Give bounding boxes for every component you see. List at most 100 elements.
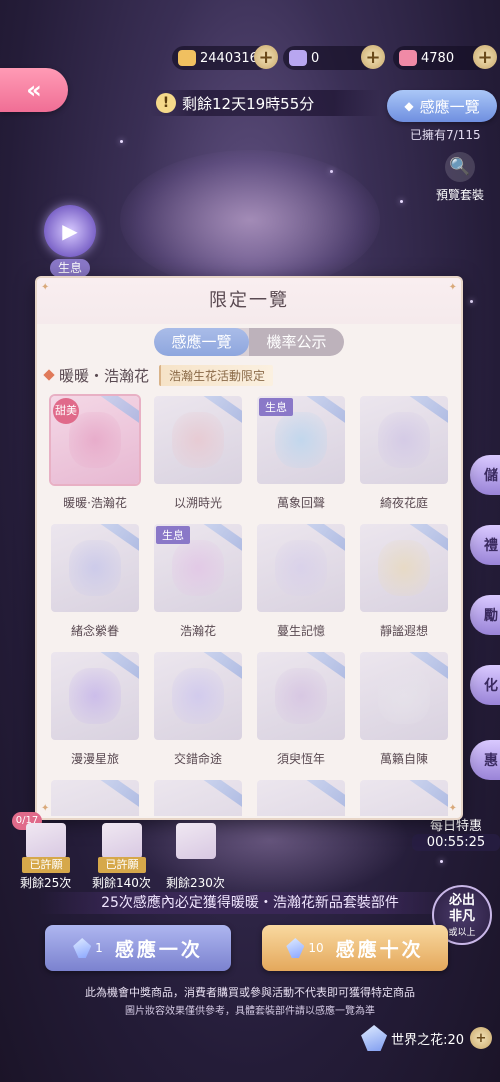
- back-button[interactable]: «: [0, 68, 68, 112]
- life-tag: 生息: [50, 259, 90, 277]
- item-name: 靜謐遐想: [379, 624, 428, 638]
- add-gold-button[interactable]: +: [254, 45, 278, 69]
- reward-remaining: 剩餘230次: [166, 876, 225, 890]
- daily-timer: 00:55:25: [412, 834, 500, 851]
- pull-ten-button[interactable]: 10 感應十次: [262, 925, 448, 971]
- item-thumbnail: [257, 524, 345, 612]
- search-icon: 🔍: [445, 152, 475, 182]
- item-card[interactable]: 甜美暖暖·浩瀚花: [51, 396, 139, 524]
- item-name: 蔓生記憶: [276, 624, 325, 638]
- item-thumbnail: 甜美: [51, 396, 139, 484]
- item-thumbnail: [360, 652, 448, 740]
- item-card[interactable]: [51, 780, 139, 816]
- gem-currency: 4780 +: [393, 45, 497, 70]
- item-name: 以溯時光: [173, 496, 222, 510]
- item-card[interactable]: 綺夜花庭: [360, 396, 448, 524]
- wish-status: 已許願: [98, 857, 146, 873]
- item-card[interactable]: 須臾恆年: [257, 652, 345, 780]
- side-icon-gift[interactable]: 禮: [470, 525, 500, 565]
- item-card[interactable]: 生息 萬象回聲: [257, 396, 345, 524]
- item-badge: 甜美: [53, 398, 79, 424]
- side-icon-deal[interactable]: 惠: [470, 740, 500, 780]
- add-gem-button[interactable]: +: [473, 45, 497, 69]
- corner-ornament: ✦: [41, 282, 50, 293]
- item-badge: 生息: [156, 526, 190, 544]
- reward-item[interactable]: [26, 823, 66, 859]
- item-thumbnail: [360, 780, 448, 816]
- reward-item[interactable]: [176, 823, 216, 859]
- item-badge: 生息: [259, 398, 293, 416]
- item-thumbnail: [154, 396, 242, 484]
- item-card[interactable]: 漫漫星旅: [51, 652, 139, 780]
- tab-probability[interactable]: 機率公示: [249, 328, 344, 356]
- gold-currency: 24403167 +: [172, 45, 278, 70]
- pull-once-button[interactable]: 1 感應一次: [45, 925, 231, 971]
- tab-gacha-list[interactable]: 感應一覽: [154, 328, 249, 356]
- item-thumbnail: 生息: [154, 524, 242, 612]
- cat-coin-icon: [178, 50, 196, 66]
- limited-list-modal: ✦ ✦ ✦ ✦ 限定一覽 感應一覽 機率公示 暖暖・浩瀚花 浩瀚生花活動限定 甜…: [37, 278, 461, 818]
- item-name: 萬籟自陳: [379, 752, 428, 766]
- corner-ribbon: [408, 780, 448, 812]
- exclamation-icon: !: [156, 93, 176, 113]
- item-card[interactable]: 緒念縈眷: [51, 524, 139, 652]
- side-icon-reward[interactable]: 勵: [470, 595, 500, 635]
- item-card[interactable]: 靜謐遐想: [360, 524, 448, 652]
- reward-item[interactable]: [102, 823, 142, 859]
- item-card[interactable]: 以溯時光: [154, 396, 242, 524]
- item-thumbnail: [51, 524, 139, 612]
- side-icon-storage[interactable]: 儲: [470, 455, 500, 495]
- item-thumbnail: [257, 652, 345, 740]
- item-card[interactable]: [360, 780, 448, 816]
- item-artwork: [378, 412, 430, 468]
- guarantee-text: 25次感應內必定獲得暖暖・浩瀚花新品套裝部件: [40, 892, 460, 914]
- item-card[interactable]: 交錯命途: [154, 652, 242, 780]
- item-card[interactable]: 萬籟自陳: [360, 652, 448, 780]
- modal-title: 限定一覽: [37, 278, 461, 324]
- wish-status: 已許願: [22, 857, 70, 873]
- item-artwork: [69, 668, 121, 724]
- item-thumbnail: [360, 396, 448, 484]
- play-button[interactable]: ▶: [44, 205, 96, 257]
- item-card[interactable]: [154, 780, 242, 816]
- item-artwork: [172, 412, 224, 468]
- corner-ornament: ✦: [448, 282, 457, 293]
- add-world-flower-button[interactable]: +: [470, 1027, 492, 1049]
- preview-outfit-button[interactable]: 🔍 預覽套裝: [432, 152, 488, 203]
- item-artwork: [275, 668, 327, 724]
- item-artwork: [69, 540, 121, 596]
- item-thumbnail: [51, 652, 139, 740]
- reward-remaining: 剩餘25次: [20, 876, 72, 890]
- item-artwork: [378, 668, 430, 724]
- world-flower-icon: [361, 1025, 388, 1051]
- side-icon-transform[interactable]: 化: [470, 665, 500, 705]
- item-artwork: [275, 412, 327, 468]
- item-card[interactable]: [257, 780, 345, 816]
- diamond-currency: 0 +: [283, 45, 385, 70]
- item-name: 暖暖·浩瀚花: [63, 496, 127, 510]
- item-artwork: [378, 540, 430, 596]
- item-name: 須臾恆年: [276, 752, 325, 766]
- owned-count: 已擁有7/115: [410, 128, 481, 142]
- corner-ornament: ✦: [448, 803, 457, 814]
- item-artwork: [172, 540, 224, 596]
- daily-deal[interactable]: 每日特惠 00:55:25: [412, 815, 500, 851]
- gacha-list-button[interactable]: ◆ 感應一覽: [387, 90, 497, 122]
- corner-ribbon: [202, 780, 242, 812]
- diamond-bullet-icon: [43, 369, 55, 381]
- world-flower-currency: 世界之花:20 +: [361, 1025, 492, 1051]
- set-name: 暖暖・浩瀚花: [59, 366, 150, 385]
- item-artwork: [69, 412, 121, 468]
- add-diamond-button[interactable]: +: [361, 45, 385, 69]
- item-name: 綺夜花庭: [379, 496, 428, 510]
- item-name: 浩瀚花: [179, 624, 216, 638]
- diamond-icon: [289, 50, 307, 66]
- set-tag: 浩瀚生花活動限定: [159, 364, 274, 386]
- pink-gem-icon: [399, 50, 417, 66]
- event-timer: ! 剩餘12天19時55分: [150, 90, 380, 116]
- modal-tabs: 感應一覽 機率公示: [154, 328, 344, 356]
- item-card[interactable]: 生息浩瀚花: [154, 524, 242, 652]
- item-thumbnail: [360, 524, 448, 612]
- item-card[interactable]: 蔓生記憶: [257, 524, 345, 652]
- item-thumbnail: [257, 780, 345, 816]
